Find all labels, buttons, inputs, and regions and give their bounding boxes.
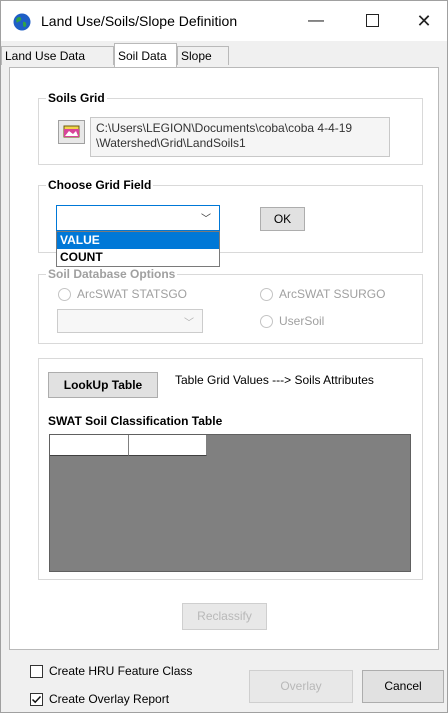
radio-usersoil-label: UserSoil (279, 314, 325, 328)
globe-icon (13, 13, 31, 31)
soil-database-select[interactable]: ﹀ (57, 309, 203, 333)
soils-grid-path: C:\Users\LEGION\Documents\coba\coba 4-4-… (90, 117, 390, 157)
create-overlay-label: Create Overlay Report (49, 692, 170, 706)
checkmark-icon (31, 695, 42, 704)
ok-button[interactable]: OK (260, 207, 305, 231)
create-hru-label: Create HRU Feature Class (49, 664, 193, 678)
create-overlay-checkbox[interactable] (30, 693, 43, 706)
radio-ssurgo[interactable] (260, 288, 273, 301)
minimize-button[interactable]: — (293, 1, 339, 41)
close-button[interactable]: ✕ (401, 1, 447, 41)
option-value[interactable]: VALUE (57, 232, 219, 249)
path-line-1: C:\Users\LEGION\Documents\coba\coba 4-4-… (96, 121, 353, 135)
radio-statsgo-label: ArcSWAT STATSGO (77, 287, 188, 301)
tab-land-use-data[interactable]: Land Use Data (1, 46, 114, 65)
soils-grid-title: Soils Grid (46, 91, 107, 105)
create-hru-checkbox[interactable] (30, 665, 43, 678)
tab-soil-data[interactable]: Soil Data (114, 43, 177, 67)
soil-database-options-title: Soil Database Options (46, 267, 178, 281)
path-line-2: \Watershed\Grid\LandSoils1 (96, 136, 246, 150)
soil-classification-table[interactable] (49, 434, 411, 572)
radio-ssurgo-label: ArcSWAT SSURGO (279, 287, 386, 301)
title-bar[interactable]: Land Use/Soils/Slope Definition — ✕ (1, 1, 447, 41)
tab-strip: Land Use Data Soil Data Slope (1, 43, 447, 67)
tab-slope[interactable]: Slope (177, 46, 229, 65)
lookup-table-button[interactable]: LookUp Table (48, 372, 158, 398)
chevron-down-icon: ﹀ (201, 214, 211, 225)
cancel-button[interactable]: Cancel (362, 670, 444, 703)
grid-field-select[interactable]: ﹀ (56, 205, 220, 231)
table-header-cell[interactable] (129, 435, 207, 456)
overlay-button[interactable]: Overlay (249, 670, 353, 703)
window-title: Land Use/Soils/Slope Definition (41, 13, 238, 29)
choose-grid-field-title: Choose Grid Field (46, 178, 154, 192)
folder-icon (63, 125, 80, 138)
dialog-window: Land Use/Soils/Slope Definition — ✕ Land… (0, 0, 448, 713)
folder-button[interactable] (58, 120, 85, 144)
grid-field-dropdown-list: VALUE COUNT (56, 231, 220, 267)
option-count[interactable]: COUNT (57, 249, 219, 266)
lookup-description: Table Grid Values ---> Soils Attributes (175, 373, 374, 387)
maximize-icon (365, 14, 379, 28)
reclassify-button[interactable]: Reclassify (182, 603, 267, 630)
maximize-button[interactable] (349, 1, 395, 41)
radio-statsgo[interactable] (58, 288, 71, 301)
soil-classification-table-title: SWAT Soil Classification Table (48, 414, 223, 428)
table-header-cell[interactable] (50, 435, 129, 456)
radio-usersoil[interactable] (260, 315, 273, 328)
chevron-down-icon: ﹀ (184, 318, 194, 329)
